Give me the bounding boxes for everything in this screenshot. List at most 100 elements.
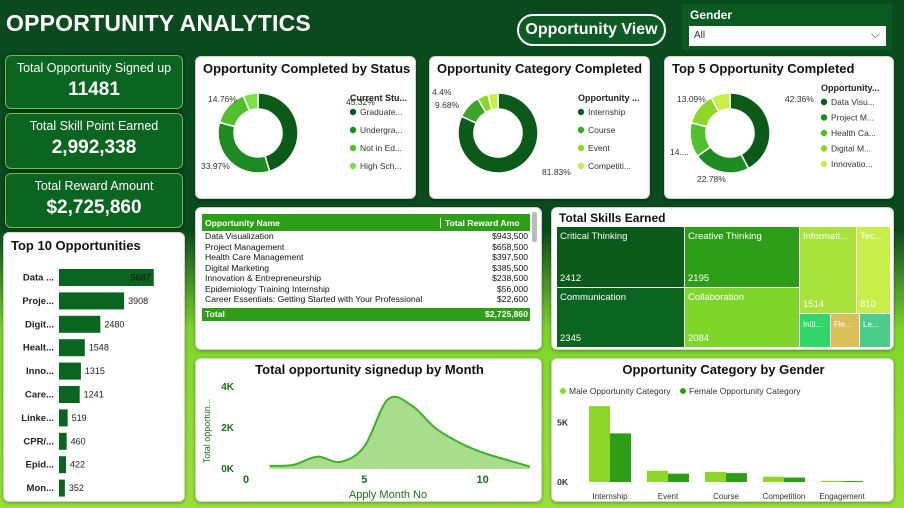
table-row[interactable]: Data Visualization $943,500 <box>202 231 530 242</box>
legend-item[interactable]: Project M... <box>831 113 874 123</box>
kpi-value: 2,992,338 <box>51 137 137 158</box>
table-row[interactable]: Epidemiology Training Internship $56,000 <box>202 284 530 295</box>
reward-table: Opportunity Name Total Reward Amo Data V… <box>202 214 530 321</box>
legend-item[interactable]: Digital M... <box>831 144 871 154</box>
category-label: Care... <box>25 390 54 401</box>
bar[interactable] <box>784 477 805 482</box>
legend-swatch <box>349 144 357 152</box>
table-cell: Epidemiology Training Internship <box>205 283 330 294</box>
donut-card-top5: Top 5 Opportunity Completed 42.36% 22.78%… <box>664 56 894 199</box>
slice-label: 22.78% <box>697 174 726 184</box>
treemap-label: Fle... <box>834 320 852 329</box>
table-cell: Total <box>205 309 225 319</box>
bar[interactable] <box>589 406 610 482</box>
legend-item[interactable]: Female Opportunity Category <box>689 386 801 396</box>
y-tick-label: 0K <box>221 464 235 475</box>
y-tick-label: 4K <box>221 382 235 393</box>
x-tick-label: 0 <box>243 474 249 486</box>
bar[interactable] <box>842 481 863 482</box>
treemap-cell[interactable]: Le... <box>860 314 890 347</box>
bar[interactable] <box>59 292 125 310</box>
bar[interactable] <box>821 480 842 482</box>
legend-swatch <box>820 160 828 168</box>
table-row[interactable]: Project Management $658,500 <box>202 242 530 253</box>
treemap-label: Informati... <box>803 231 848 242</box>
legend-swatch <box>577 126 585 134</box>
chart-title: Opportunity Completed by Status <box>203 61 411 76</box>
bar-value-label: 422 <box>70 460 85 470</box>
bar[interactable] <box>763 476 784 482</box>
category-label: Data ... <box>23 273 54 284</box>
bar[interactable] <box>59 362 81 380</box>
kpi-label: Total Reward Amount <box>34 179 154 193</box>
treemap-cell[interactable]: Critical Thinking 2412 <box>557 227 684 287</box>
legend-swatch <box>560 388 566 394</box>
table-cell: $56,000 <box>496 283 528 294</box>
y-axis-label: Total opportun... <box>202 399 212 464</box>
table-scrollbar[interactable] <box>532 212 537 242</box>
table-row[interactable]: Innovation & Entrepreneurship $238,500 <box>202 273 530 284</box>
chevron-down-icon: ⌵ <box>870 27 880 41</box>
column-header[interactable]: Opportunity Name <box>202 218 440 228</box>
legend-item[interactable]: Competiti... <box>588 161 631 171</box>
bar[interactable] <box>59 456 67 474</box>
legend-item[interactable]: Innovatio... <box>831 159 873 169</box>
bar-value-label: 1548 <box>89 343 109 353</box>
legend-item[interactable]: Internship <box>588 107 626 117</box>
treemap-value: 2345 <box>560 333 582 344</box>
treemap-cell[interactable]: Informati... 1514 <box>800 227 856 313</box>
bar[interactable] <box>610 433 631 482</box>
treemap-cell[interactable]: Creative Thinking 2195 <box>685 227 799 287</box>
treemap-cell[interactable]: Fle... <box>831 314 859 347</box>
donut-card-category: Opportunity Category Completed 81.83% 9.6… <box>429 56 650 199</box>
legend-item[interactable]: High Sch... <box>360 161 402 171</box>
treemap-cell[interactable]: Tec... 810 <box>857 227 890 313</box>
treemap-value: 2084 <box>688 333 710 344</box>
table-row[interactable]: Digital Marketing $385,500 <box>202 263 530 274</box>
bar-value-label: 3908 <box>128 296 148 306</box>
donut-chart-status: 45.32%33.97%14.76% Current Stu...Graduate… <box>201 92 407 174</box>
treemap-cell[interactable]: Collaboration 2084 <box>685 288 799 347</box>
chart-title: Opportunity Category Completed <box>437 61 643 76</box>
treemap-label: Initi... <box>803 320 823 329</box>
legend-swatch <box>577 162 585 170</box>
legend-item[interactable]: Undergra... <box>360 125 403 135</box>
gender-select[interactable]: All ⌵ <box>689 26 886 46</box>
column-header[interactable]: Total Reward Amo <box>440 217 530 228</box>
legend-item[interactable]: Not in Ed... <box>360 143 402 153</box>
opportunity-view-button[interactable]: Opportunity View <box>517 14 666 46</box>
legend-swatch <box>820 145 828 152</box>
bar[interactable] <box>59 479 65 497</box>
bar[interactable] <box>647 470 668 482</box>
bar[interactable] <box>59 339 85 357</box>
category-label: Mon... <box>27 483 54 494</box>
category-label: CPR/... <box>23 436 54 447</box>
skills-treemap: Critical Thinking 2412 Creative Thinking 21… <box>557 227 890 347</box>
table-row[interactable]: Career Essentials: Getting Started with … <box>202 294 530 305</box>
legend-item[interactable]: Male Opportunity Category <box>569 386 671 396</box>
page-title: OPPORTUNITY ANALYTICS <box>6 10 311 36</box>
treemap-cell[interactable]: Communication 2345 <box>557 288 684 347</box>
legend-item[interactable]: Graduate... <box>360 107 403 117</box>
legend-item[interactable]: Health Ca... <box>831 128 876 138</box>
top10-card: Top 10 Opportunities Data ... 5687 Proje..… <box>3 232 185 502</box>
bar[interactable] <box>668 473 689 482</box>
treemap-cell[interactable]: Initi... <box>800 314 830 347</box>
table-row[interactable]: Health Care Management $397,500 <box>202 252 530 263</box>
legend-item[interactable]: Data Visu... <box>831 97 875 107</box>
legend-swatch <box>349 126 357 134</box>
chart-title: Total Skills Earned <box>559 211 666 225</box>
bar[interactable] <box>59 315 101 333</box>
bar[interactable] <box>59 386 80 403</box>
bar[interactable] <box>726 473 747 482</box>
monthly-signup-card: Total opportunity signedup by Month 0K 2K… <box>195 358 542 502</box>
table-cell: Innovation & Entrepreneurship <box>205 273 322 284</box>
legend-item[interactable]: Event <box>588 143 610 153</box>
bar[interactable] <box>705 471 726 482</box>
bar[interactable] <box>59 432 67 450</box>
reward-table-card: Opportunity Name Total Reward Amo Data V… <box>195 207 542 350</box>
legend-item[interactable]: Course <box>588 125 616 135</box>
bar[interactable] <box>59 409 68 427</box>
table-total-row: Total $2,725,860 <box>202 307 530 321</box>
treemap-label: Communication <box>560 292 626 303</box>
